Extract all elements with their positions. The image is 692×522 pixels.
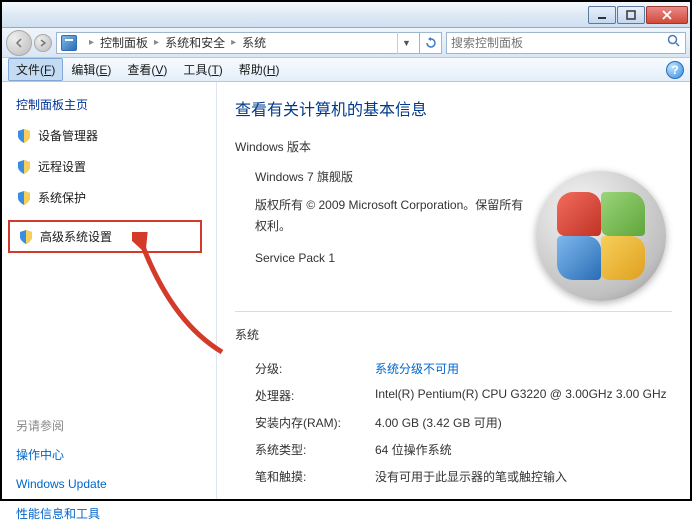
chevron-right-icon: ▸ [154, 37, 159, 48]
close-button[interactable] [646, 6, 688, 24]
back-button[interactable] [6, 30, 32, 56]
info-value: Intel(R) Pentium(R) CPU G3220 @ 3.00GHz … [375, 387, 672, 404]
chevron-right-icon: ▸ [89, 37, 94, 48]
refresh-button[interactable] [420, 32, 442, 54]
forward-button[interactable] [34, 34, 52, 52]
menu-view[interactable]: 查看(V) [119, 58, 175, 81]
info-label: 分级: [255, 360, 375, 377]
page-title: 查看有关计算机的基本信息 [235, 96, 672, 120]
info-row-pen-touch: 笔和触摸: 没有可用于此显示器的笔或触控输入 [235, 463, 672, 490]
shield-icon [16, 128, 32, 144]
address-bar: ▸ 控制面板 ▸ 系统和安全 ▸ 系统 ▼ [2, 28, 690, 58]
info-row-type: 系统类型: 64 位操作系统 [235, 436, 672, 463]
control-panel-icon [61, 35, 77, 51]
menu-bar: 文件(F) 编辑(E) 查看(V) 工具(T) 帮助(H) ? [2, 58, 690, 82]
info-label: 处理器: [255, 387, 375, 404]
search-box[interactable] [446, 32, 686, 54]
sidebar-advanced-system-settings[interactable]: 高级系统设置 [8, 220, 202, 253]
sidebar-item-label: 远程设置 [38, 158, 86, 175]
menu-file[interactable]: 文件(F) [8, 58, 63, 81]
breadcrumb-dropdown[interactable]: ▼ [397, 32, 415, 54]
menu-help[interactable]: 帮助(H) [231, 58, 288, 81]
info-label: 安装内存(RAM): [255, 414, 375, 431]
info-value: 4.00 GB (3.42 GB 可用) [375, 414, 672, 431]
info-label: 笔和触摸: [255, 468, 375, 485]
sidebar-system-protection[interactable]: 系统保护 [16, 189, 212, 206]
minimize-button[interactable] [588, 6, 616, 24]
menu-tools[interactable]: 工具(T) [175, 58, 230, 81]
sidebar-action-center[interactable]: 操作中心 [16, 446, 212, 463]
sidebar-item-label: 高级系统设置 [40, 228, 112, 245]
breadcrumb-item[interactable]: 系统 [242, 34, 266, 51]
breadcrumb[interactable]: ▸ 控制面板 ▸ 系统和安全 ▸ 系统 ▼ [56, 32, 420, 54]
sidebar-remote-settings[interactable]: 远程设置 [16, 158, 212, 175]
sidebar-item-label: 设备管理器 [38, 127, 98, 144]
search-icon [667, 34, 681, 51]
windows-edition-title: Windows 版本 [235, 138, 672, 155]
sidebar-windows-update[interactable]: Windows Update [16, 477, 212, 491]
breadcrumb-item[interactable]: 系统和安全 [165, 34, 225, 51]
shield-icon [16, 190, 32, 206]
shield-icon [18, 229, 34, 245]
sidebar-home-link[interactable]: 控制面板主页 [16, 96, 212, 113]
window-titlebar [2, 2, 690, 28]
windows-logo [536, 171, 666, 301]
chevron-right-icon: ▸ [231, 37, 236, 48]
help-icon[interactable]: ? [666, 61, 684, 79]
main-area: 控制面板主页 设备管理器 远程设置 系统保护 高级系统设置 另请参阅 操作中心 … [2, 82, 690, 499]
info-value: 64 位操作系统 [375, 441, 672, 458]
sidebar-item-label: 系统保护 [38, 189, 86, 206]
nav-buttons [6, 30, 52, 56]
maximize-button[interactable] [617, 6, 645, 24]
search-input[interactable] [451, 36, 667, 50]
sidebar: 控制面板主页 设备管理器 远程设置 系统保护 高级系统设置 另请参阅 操作中心 … [2, 82, 217, 499]
info-row-ram: 安装内存(RAM): 4.00 GB (3.42 GB 可用) [235, 409, 672, 436]
info-row-rating: 分级: 系统分级不可用 [235, 355, 672, 382]
sidebar-device-manager[interactable]: 设备管理器 [16, 127, 212, 144]
info-label: 系统类型: [255, 441, 375, 458]
see-also-title: 另请参阅 [16, 417, 212, 434]
info-row-cpu: 处理器: Intel(R) Pentium(R) CPU G3220 @ 3.0… [235, 382, 672, 409]
shield-icon [16, 159, 32, 175]
content-pane: 查看有关计算机的基本信息 Windows 版本 Windows 7 旗舰版 版权… [217, 82, 690, 499]
rating-link[interactable]: 系统分级不可用 [375, 360, 672, 377]
system-section-title: 系统 [235, 326, 672, 343]
menu-edit[interactable]: 编辑(E) [63, 58, 119, 81]
info-value: 没有可用于此显示器的笔或触控输入 [375, 468, 672, 485]
sidebar-performance-info[interactable]: 性能信息和工具 [16, 505, 212, 522]
section-divider [235, 311, 672, 312]
breadcrumb-item[interactable]: 控制面板 [100, 34, 148, 51]
